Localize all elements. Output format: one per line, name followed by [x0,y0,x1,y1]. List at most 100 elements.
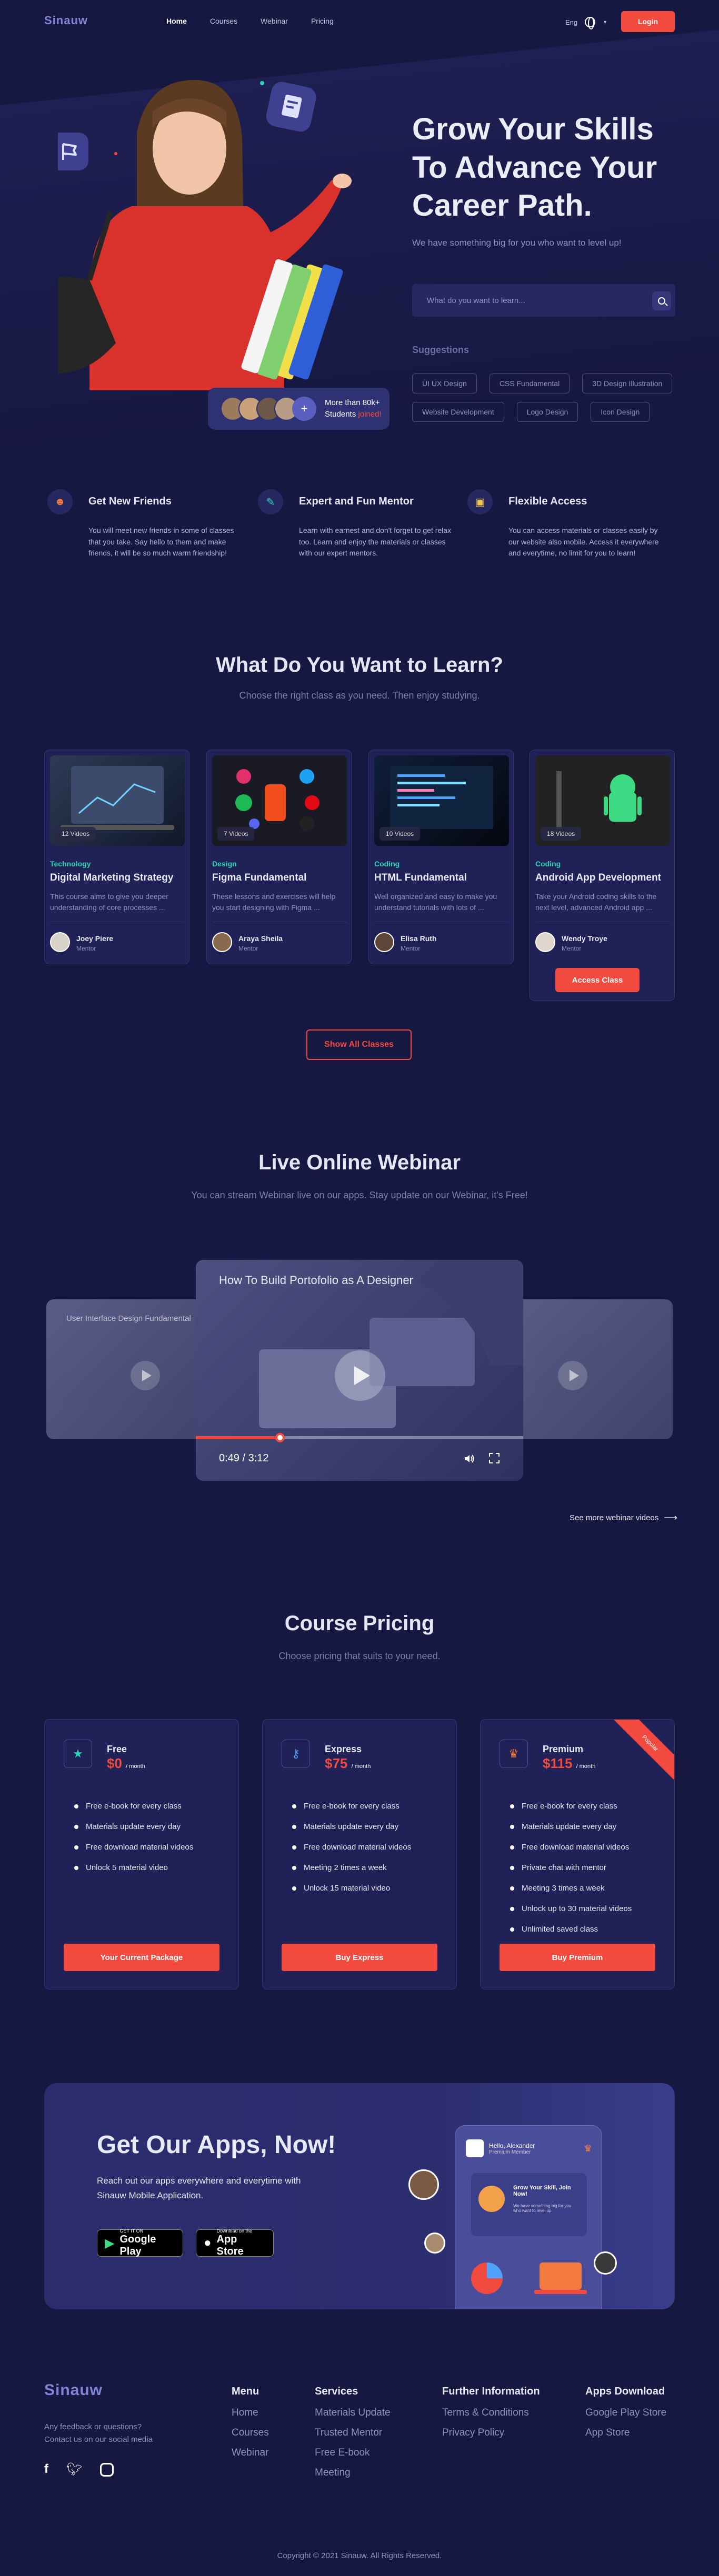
students-label: Students [325,410,356,419]
mentor-name: Joey Piere [76,934,114,943]
store-small-text: GET IT ON [119,2228,144,2234]
play-icon[interactable] [335,1350,385,1401]
webinar-video-main[interactable]: How To Build Portofolio as A Designer 0:… [196,1260,523,1481]
twitter-icon[interactable]: 🐦︎ [66,2462,82,2477]
language-selector[interactable]: Eng ▼ [565,17,608,29]
price-value: 0 [114,1755,122,1771]
plan-feature: Materials update every day [292,1822,411,1831]
fullscreen-icon[interactable] [488,1452,500,1464]
mentor-role: Mentor [562,945,582,952]
show-all-classes-button[interactable]: Show All Classes [306,1029,412,1060]
video-progress-bar[interactable] [196,1433,523,1442]
see-more-label: See more webinar videos [570,1513,659,1522]
suggestion-chip[interactable]: Logo Design [516,402,578,422]
sun-icon [478,2186,505,2212]
play-icon[interactable] [131,1361,160,1390]
footer-link[interactable]: Privacy Policy [442,2427,540,2439]
facebook-icon[interactable]: f [44,2462,48,2477]
feature-text: You can access materials or classes easi… [508,526,659,558]
footer-col-info: Further Information Terms & Conditions P… [442,2386,540,2447]
footer-link[interactable]: Webinar [232,2447,269,2459]
students-badge: + More than 80k+ Students joined! [208,388,390,430]
search-button[interactable] [652,291,671,310]
buy-premium-button[interactable]: Buy Premium [500,1944,655,1971]
footer-logo[interactable]: Sinauw [44,2381,103,2399]
apps-banner: Get Our Apps, Now! Reach out our apps ev… [44,2083,675,2309]
avatar [535,932,555,952]
volume-icon[interactable] [463,1452,476,1465]
current-package-button[interactable]: Your Current Package [64,1944,219,1971]
students-count: More than 80k+ [325,398,380,407]
footer-link[interactable]: App Store [585,2427,666,2439]
phone-role: Premium Member [489,2149,531,2155]
laptop-icon [534,2262,587,2294]
webinar-video-title: User Interface Design Fundamental [66,1314,191,1323]
logo[interactable]: Sinauw [44,14,88,27]
plan-feature: Free download material videos [292,1843,411,1852]
footer-link[interactable]: Trusted Mentor [315,2427,391,2439]
suggestion-chip[interactable]: Website Development [412,402,504,422]
videos-count: 7 Videos [217,827,255,841]
footer-link[interactable]: Materials Update [315,2407,391,2419]
contact-line: Any feedback or questions? [44,2422,142,2431]
popular-ribbon: Popular [610,1720,674,1783]
pie-chart-icon [471,2262,503,2294]
currency: $ [325,1755,333,1771]
play-icon[interactable] [558,1361,587,1390]
course-description: This course aims to give you deeper unde… [50,892,168,912]
phone-user: Hello, Alexander [489,2141,535,2149]
course-card[interactable]: 10 Videos Coding HTML Fundamental Well o… [368,750,514,964]
webinar-video-right[interactable] [500,1299,673,1439]
course-card[interactable]: 7 Videos Design Figma Fundamental These … [206,750,352,964]
footer-link[interactable]: Home [232,2407,269,2419]
mentor-icon: ✎ [258,489,283,514]
course-card[interactable]: 18 Videos Coding Android App Development… [530,750,675,1001]
webinar-subtitle: You can stream Webinar live on our apps.… [191,1190,528,1200]
see-more-webinar-link[interactable]: See more webinar videos ⟶ [570,1512,677,1523]
price-value: 115 [550,1755,573,1771]
login-button[interactable]: Login [621,11,675,32]
suggestion-chip[interactable]: UI UX Design [412,373,477,393]
footer-link[interactable]: Google Play Store [585,2407,666,2419]
nav-pricing[interactable]: Pricing [311,17,334,25]
footer-col-apps: Apps Download Google Play Store App Stor… [585,2386,666,2447]
plan-feature: Meeting 2 times a week [292,1863,411,1872]
footer-link[interactable]: Terms & Conditions [442,2407,540,2419]
webinar-video-left[interactable]: User Interface Design Fundamental [46,1299,219,1439]
currency: $ [107,1755,115,1771]
nav-home[interactable]: Home [166,17,187,25]
suggestion-chip[interactable]: 3D Design Illustration [582,373,673,393]
buy-express-button[interactable]: Buy Express [282,1944,437,1971]
access-class-button[interactable]: Access Class [555,968,640,992]
suggestion-chip[interactable]: Icon Design [591,402,650,422]
chevron-down-icon: ▼ [603,19,608,25]
course-card[interactable]: 12 Videos Technology Digital Marketing S… [44,750,189,964]
phone-promo-card: Grow Your Skill, Join Now! We have somet… [471,2173,587,2236]
globe-icon [585,17,596,29]
search-input[interactable]: What do you want to learn... [412,284,675,317]
mentor-role: Mentor [401,945,421,952]
footer-link[interactable]: Free E-book [315,2447,391,2459]
nav-webinar[interactable]: Webinar [261,17,288,25]
hero-illustration [58,80,352,390]
phone-profile: Hello, Alexander Premium Member ♛ [466,2135,592,2161]
nav-courses[interactable]: Courses [210,17,237,25]
plan-feature: Unlimited saved class [510,1925,632,1934]
app-store-button[interactable]: ● Download on the App Store [196,2228,274,2257]
footer-link[interactable]: Meeting [315,2467,391,2479]
feature-text: Learn with earnest and don't forget to g… [299,526,452,558]
course-title: Figma Fundamental [212,872,307,883]
crown-icon: ♛ [583,2143,592,2154]
course-description: Well organized and easy to make you unde… [374,892,497,912]
video-progress-handle[interactable] [275,1433,285,1442]
course-category: Design [212,860,237,868]
price-period: / month [576,1763,596,1770]
instagram-icon[interactable] [100,2463,114,2477]
apps-subtitle: Reach out our apps everywhere and everyt… [97,2176,301,2201]
google-play-button[interactable]: ▶ GET IT ON Google Play [97,2228,183,2257]
course-category: Coding [535,860,561,868]
suggestion-chip[interactable]: CSS Fundamental [489,373,570,393]
flag-icon [58,133,88,170]
pricing-card-express: ⚷ Express $75 / month Free e-book for ev… [262,1719,457,1989]
footer-link[interactable]: Courses [232,2427,269,2439]
